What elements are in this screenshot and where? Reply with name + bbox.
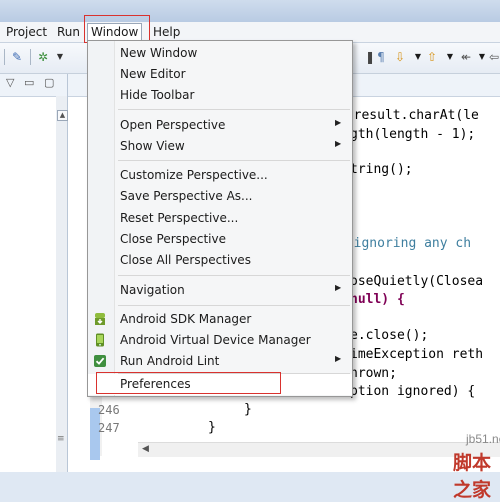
menu-item-label: Close All Perspectives (120, 253, 251, 267)
dropdown-arrow-icon[interactable]: ▼ (442, 49, 458, 65)
scroll-thumb-grip-icon[interactable]: ≡ (57, 434, 65, 444)
submenu-arrow-icon: ▶ (335, 354, 342, 363)
menu-separator (118, 109, 350, 110)
menu-item-label: Android Virtual Device Manager (120, 333, 311, 347)
code-line: a result.charAt(le (338, 108, 479, 123)
menu-item-label: Navigation (120, 283, 185, 297)
menu-item-label: Reset Perspective... (120, 211, 239, 225)
left-view-panel: ▽ ▭ ▢ ▲ ≡ (0, 74, 68, 472)
menu-run[interactable]: Run (53, 23, 84, 41)
code-line: imeException reth (350, 347, 484, 362)
preferences-highlight-box (96, 372, 281, 394)
submenu-arrow-icon: ▶ (335, 139, 342, 148)
code-line: gth(length - 1); (350, 127, 476, 142)
menu-item-show-view[interactable]: Show View ▶ (88, 136, 352, 157)
submenu-arrow-icon: ▶ (335, 283, 342, 292)
toolbar-separator (30, 49, 31, 65)
pilcrow-icon[interactable]: ¶ (373, 49, 389, 65)
menu-item-label: Save Perspective As... (120, 189, 253, 203)
menu-separator (118, 305, 350, 306)
minimize-icon[interactable]: ▭ (24, 76, 34, 89)
window-title-strip (0, 0, 500, 22)
back-icon[interactable]: ↞ (458, 49, 474, 65)
menu-item-label: Customize Perspective... (120, 168, 268, 182)
menu-item-label: Hide Toolbar (120, 88, 195, 102)
menu-help[interactable]: Help (149, 23, 184, 41)
menu-item-new-window[interactable]: New Window (88, 43, 352, 64)
code-line: hrown; (350, 366, 397, 381)
vertical-scrollbar[interactable] (56, 96, 67, 472)
menu-item-label: Close Perspective (120, 232, 227, 246)
dropdown-arrow-icon[interactable]: ▼ (52, 49, 68, 65)
menu-item-label: Run Android Lint (120, 354, 220, 368)
code-line: } (208, 420, 216, 435)
android-avd-icon (96, 333, 104, 347)
menu-project[interactable]: Project (2, 23, 51, 41)
code-comment-line: , ignoring any ch (338, 236, 472, 251)
run-icon[interactable]: ✲ (35, 49, 51, 65)
menu-item-label: New Editor (120, 67, 186, 81)
scroll-up-arrow-icon[interactable]: ▲ (57, 110, 68, 121)
android-sdk-icon (95, 313, 105, 325)
toolbar-separator (4, 49, 5, 65)
view-menu-icon[interactable]: ▽ (6, 76, 14, 89)
menu-item-close-all-perspectives[interactable]: Close All Perspectives (88, 250, 352, 271)
watermark-site: jb51.net (466, 432, 500, 446)
submenu-arrow-icon: ▶ (335, 118, 342, 127)
code-line: ption ignored) { (350, 384, 476, 399)
menu-item-open-perspective[interactable]: Open Perspective ▶ (88, 115, 352, 136)
menu-separator (118, 275, 350, 276)
menu-item-label: Show View (120, 139, 185, 153)
menu-item-navigation[interactable]: Navigation ▶ (88, 280, 352, 301)
window-dropdown-menu: New Window New Editor Hide Toolbar Open … (87, 40, 353, 397)
menu-item-customize-perspective[interactable]: Customize Perspective... (88, 165, 352, 186)
menu-item-label: Open Perspective (120, 118, 226, 132)
code-keyword-line: null) { (350, 292, 405, 307)
scroll-left-arrow-icon[interactable]: ◀ (142, 444, 149, 454)
menu-separator (118, 160, 350, 161)
window-menu-highlight-box (84, 15, 150, 43)
open-type-icon[interactable]: ✎ (9, 49, 25, 65)
code-line: } (244, 402, 252, 417)
menu-item-save-perspective-as[interactable]: Save Perspective As... (88, 186, 352, 207)
code-line: e.close(); (350, 328, 429, 343)
line-number: 246 (98, 403, 120, 417)
maximize-icon[interactable]: ▢ (44, 76, 54, 89)
menu-item-reset-perspective[interactable]: Reset Perspective... (88, 208, 352, 229)
lint-check-icon (94, 355, 106, 367)
watermark-brand: 脚本之家 (453, 452, 492, 501)
prev-annotation-icon[interactable]: ⇧ (424, 49, 440, 65)
menu-item-label: New Window (120, 46, 198, 60)
menu-item-android-virtual-device-manager[interactable]: Android Virtual Device Manager (88, 330, 352, 351)
menu-item-label: Android SDK Manager (120, 312, 252, 326)
code-line: tring(); (350, 162, 413, 177)
forward-icon[interactable]: ⇦ (486, 49, 500, 65)
horizontal-scrollbar[interactable]: ◀ (138, 442, 500, 457)
next-annotation-icon[interactable]: ⇩ (392, 49, 408, 65)
code-line: oseQuietly(Closea (350, 274, 484, 289)
menu-item-new-editor[interactable]: New Editor (88, 64, 352, 85)
line-number: 247 (98, 421, 120, 435)
menu-item-close-perspective[interactable]: Close Perspective (88, 229, 352, 250)
menu-item-android-sdk-manager[interactable]: Android SDK Manager (88, 309, 352, 330)
menu-item-run-android-lint[interactable]: Run Android Lint ▶ (88, 351, 352, 372)
menu-item-hide-toolbar[interactable]: Hide Toolbar (88, 85, 352, 106)
view-header: ▽ ▭ ▢ (0, 74, 67, 97)
